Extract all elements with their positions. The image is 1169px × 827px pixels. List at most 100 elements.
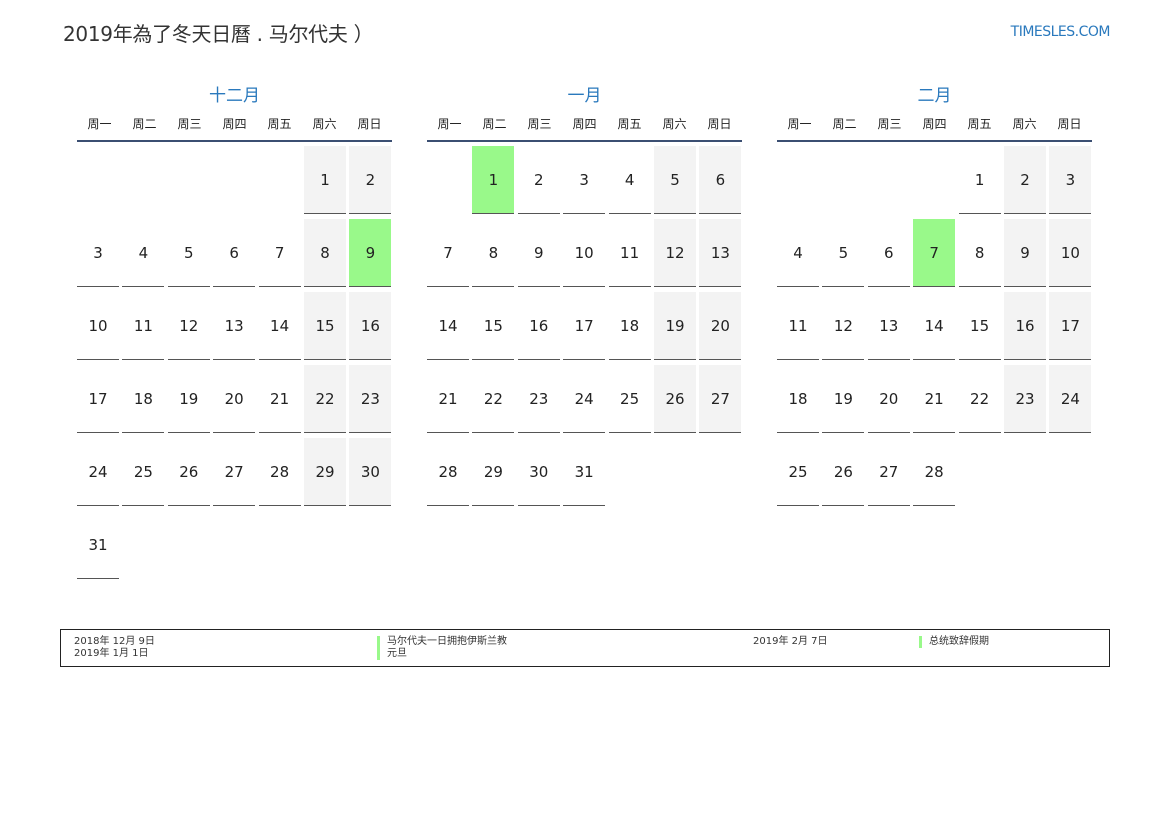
day-cell: 18	[777, 365, 819, 433]
day-cell: 4	[777, 219, 819, 287]
day-cell: 15	[472, 292, 515, 360]
day-cell: 28	[258, 438, 301, 506]
day-cell: 22	[958, 365, 1001, 433]
day-cell: 19	[822, 365, 865, 433]
day-cell: 20	[213, 365, 256, 433]
weekday-label: 周日	[707, 117, 732, 131]
weekday-label: 周三	[527, 117, 552, 131]
day-cell: 2	[349, 146, 392, 214]
day-cell: 18	[122, 365, 165, 433]
day-cell: 28	[427, 438, 469, 506]
legend-holiday-name: 总统致辞假期	[919, 636, 989, 648]
legend-holiday-name: 元旦	[377, 648, 507, 660]
weekday-label: 周四	[222, 117, 247, 131]
day-cell: 14	[913, 292, 956, 360]
day-cell: 3	[77, 219, 119, 287]
day-cell: 21	[427, 365, 469, 433]
day-cell: 12	[654, 219, 696, 287]
legend-date: 2018年 12月 9日	[74, 636, 155, 647]
weekday-label: 周六	[312, 117, 337, 131]
day-cell: 24	[1049, 365, 1092, 433]
day-cell: 20	[867, 365, 910, 433]
weekday-label: 周三	[177, 117, 202, 131]
holiday-day-cell: 1	[472, 146, 515, 214]
weekday-label: 周日	[357, 117, 382, 131]
month-name: 十二月	[209, 86, 260, 106]
weekday-label: 周一	[787, 117, 812, 131]
day-cell: 23	[349, 365, 392, 433]
day-cell: 13	[699, 219, 742, 287]
day-cell: 19	[167, 365, 210, 433]
day-cell: 31	[563, 438, 606, 506]
day-cell: 24	[563, 365, 606, 433]
day-cell: 19	[654, 292, 696, 360]
weekday-label: 周二	[482, 117, 507, 131]
day-cell: 8	[304, 219, 346, 287]
legend-date: 2019年 1月 1日	[74, 648, 149, 659]
day-cell: 30	[517, 438, 560, 506]
holiday-day-cell: 9	[349, 219, 392, 287]
weekday-label: 周六	[662, 117, 687, 131]
day-cell: 17	[1049, 292, 1092, 360]
day-cell: 4	[608, 146, 651, 214]
day-cell: 7	[258, 219, 301, 287]
day-cell: 14	[258, 292, 301, 360]
day-cell: 13	[213, 292, 256, 360]
day-cell: 1	[958, 146, 1001, 214]
day-cell: 4	[122, 219, 165, 287]
weekday-label: 周五	[267, 117, 292, 131]
day-cell: 7	[427, 219, 469, 287]
day-cell: 15	[304, 292, 346, 360]
day-cell: 3	[1049, 146, 1092, 214]
weekday-label: 周四	[922, 117, 947, 131]
month-block: 二月 周一 周二 周三 周四 周五 周六 周日 1 2 3 4 5 6 7 8 9 10 11 12 13 14 15 16 1…	[777, 84, 1092, 506]
weekday-label: 周四	[572, 117, 597, 131]
day-cell: 28	[913, 438, 956, 506]
day-cell: 29	[304, 438, 346, 506]
day-cell: 26	[654, 365, 696, 433]
day-cell: 11	[122, 292, 165, 360]
day-cell: 29	[472, 438, 515, 506]
day-cell: 1	[304, 146, 346, 214]
day-cell: 16	[1004, 292, 1046, 360]
day-cell: 25	[122, 438, 165, 506]
day-cell: 13	[867, 292, 910, 360]
day-cell: 27	[699, 365, 742, 433]
legend-dates-right: 2019年 2月 7日	[753, 636, 828, 648]
day-cell: 21	[913, 365, 956, 433]
day-cell: 6	[867, 219, 910, 287]
day-cell: 5	[167, 219, 210, 287]
day-cell: 17	[77, 365, 119, 433]
weekday-label: 周日	[1057, 117, 1082, 131]
page-title: 2019年為了冬天日曆 . 马尔代夫 ）	[63, 22, 374, 46]
weekday-header: 周一 周二 周三 周四 周五 周六 周日	[427, 116, 742, 142]
site-link[interactable]: TIMESLES.COM	[1011, 24, 1111, 40]
day-cell: 6	[699, 146, 742, 214]
day-cell: 16	[517, 292, 560, 360]
day-cell: 8	[472, 219, 515, 287]
day-cell: 8	[958, 219, 1001, 287]
day-cell: 5	[822, 219, 865, 287]
day-cell: 9	[1004, 219, 1046, 287]
holiday-legend: 2018年 12月 9日 2019年 1月 1日 马尔代夫一日拥抱伊斯兰教 元旦…	[60, 629, 1110, 667]
day-cell: 24	[77, 438, 119, 506]
day-cell: 17	[563, 292, 606, 360]
day-cell: 12	[822, 292, 865, 360]
day-cell: 15	[958, 292, 1001, 360]
day-cell: 31	[77, 511, 119, 579]
legend-dates-left: 2018年 12月 9日 2019年 1月 1日	[74, 636, 155, 660]
legend-names-left: 马尔代夫一日拥抱伊斯兰教 元旦	[377, 636, 507, 660]
weekday-label: 周三	[877, 117, 902, 131]
weekday-label: 周六	[1012, 117, 1037, 131]
month-name: 二月	[917, 86, 952, 106]
day-cell: 3	[563, 146, 606, 214]
day-cell: 22	[472, 365, 515, 433]
day-cell: 10	[1049, 219, 1092, 287]
day-cell: 23	[1004, 365, 1046, 433]
weekday-label: 周二	[132, 117, 157, 131]
day-cell: 26	[822, 438, 865, 506]
day-cell: 2	[517, 146, 560, 214]
day-cell: 2	[1004, 146, 1046, 214]
weekday-label: 周一	[87, 117, 112, 131]
day-cell: 9	[517, 219, 560, 287]
